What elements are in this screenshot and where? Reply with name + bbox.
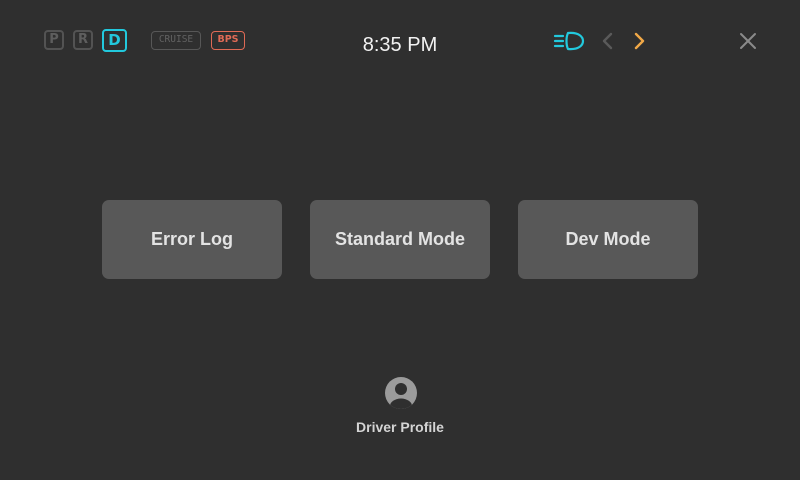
standard-mode-button[interactable]: Standard Mode (310, 200, 490, 279)
account-circle-icon (385, 377, 417, 409)
error-log-button[interactable]: Error Log (102, 200, 282, 279)
headlight-icon[interactable] (552, 29, 586, 53)
dashboard-screen: P R D CRUISE BPS 8:35 PM Error Log Stand… (0, 0, 800, 480)
cruise-badge: CRUISE (151, 31, 201, 50)
chevron-left-icon[interactable] (598, 29, 618, 53)
gear-park[interactable]: P (44, 30, 64, 50)
chevron-right-icon[interactable] (629, 29, 649, 53)
gear-reverse[interactable]: R (73, 30, 93, 50)
dev-mode-button[interactable]: Dev Mode (518, 200, 698, 279)
close-icon[interactable] (736, 29, 760, 53)
bps-badge: BPS (211, 31, 245, 50)
driver-profile-button[interactable]: Driver Profile (330, 374, 470, 440)
gear-drive[interactable]: D (102, 29, 127, 52)
clock: 8:35 PM (362, 34, 438, 56)
driver-profile-label: Driver Profile (356, 419, 444, 435)
